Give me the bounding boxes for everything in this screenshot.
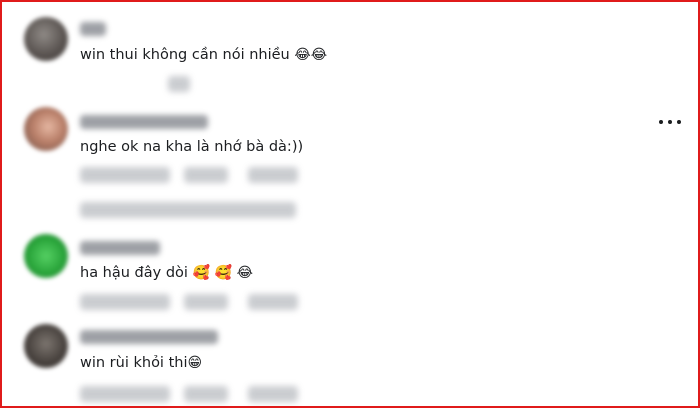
comment-meta-blurred — [80, 167, 340, 185]
comment-text: nghe ok na kha là nhớ bà dà:)) — [80, 139, 303, 155]
avatar[interactable] — [24, 324, 68, 368]
commenter-name-blurred[interactable] — [80, 330, 218, 344]
more-options-icon[interactable] — [654, 111, 686, 133]
comment-text: win thui không cần nói nhiều 😂😂 — [80, 47, 327, 63]
commenter-name-blurred[interactable] — [80, 115, 208, 129]
comment-text-body: win thui không cần nói nhiều — [80, 47, 290, 63]
comment-text: ha hậu đây dòi 🥰 🥰 😂 — [80, 265, 253, 281]
comment-meta-blurred — [80, 76, 340, 94]
comment-meta-blurred — [80, 386, 340, 404]
like-link-blurred[interactable] — [184, 386, 228, 402]
commenter-name-blurred[interactable] — [80, 22, 106, 36]
grinning-emoji-icon: 😁 — [187, 355, 203, 371]
smiling-hearts-emoji-icon: 🥰 — [214, 265, 233, 281]
reply-link-blurred[interactable] — [248, 167, 298, 183]
smiling-hearts-emoji-icon: 🥰 — [192, 265, 210, 281]
view-replies-blurred[interactable] — [80, 202, 300, 220]
laughing-emoji-icon: 😂 — [294, 47, 311, 63]
reply-link-blurred[interactable] — [248, 294, 298, 310]
reply-link-blurred[interactable] — [168, 76, 190, 92]
like-link-blurred[interactable] — [184, 167, 228, 183]
comment-text-body: win rùi khỏi thi — [80, 355, 188, 371]
laughing-emoji-icon: 😂 — [236, 265, 254, 281]
like-link-blurred[interactable] — [184, 294, 228, 310]
commenter-name-blurred[interactable] — [80, 241, 160, 255]
avatar[interactable] — [24, 17, 68, 61]
avatar[interactable] — [24, 107, 68, 151]
comment-text-body: nghe ok na kha là nhớ bà dà:)) — [80, 139, 304, 155]
reply-link-blurred[interactable] — [248, 386, 298, 402]
comment-meta-blurred — [80, 294, 340, 312]
comments-panel: win thui không cần nói nhiều 😂😂 nghe ok … — [0, 0, 700, 408]
comment-text: win rùi khỏi thi😁 — [80, 355, 202, 371]
avatar[interactable] — [24, 234, 68, 278]
laughing-emoji-icon: 😂 — [310, 47, 328, 63]
comment-text-body: ha hậu đây dòi — [80, 265, 188, 281]
